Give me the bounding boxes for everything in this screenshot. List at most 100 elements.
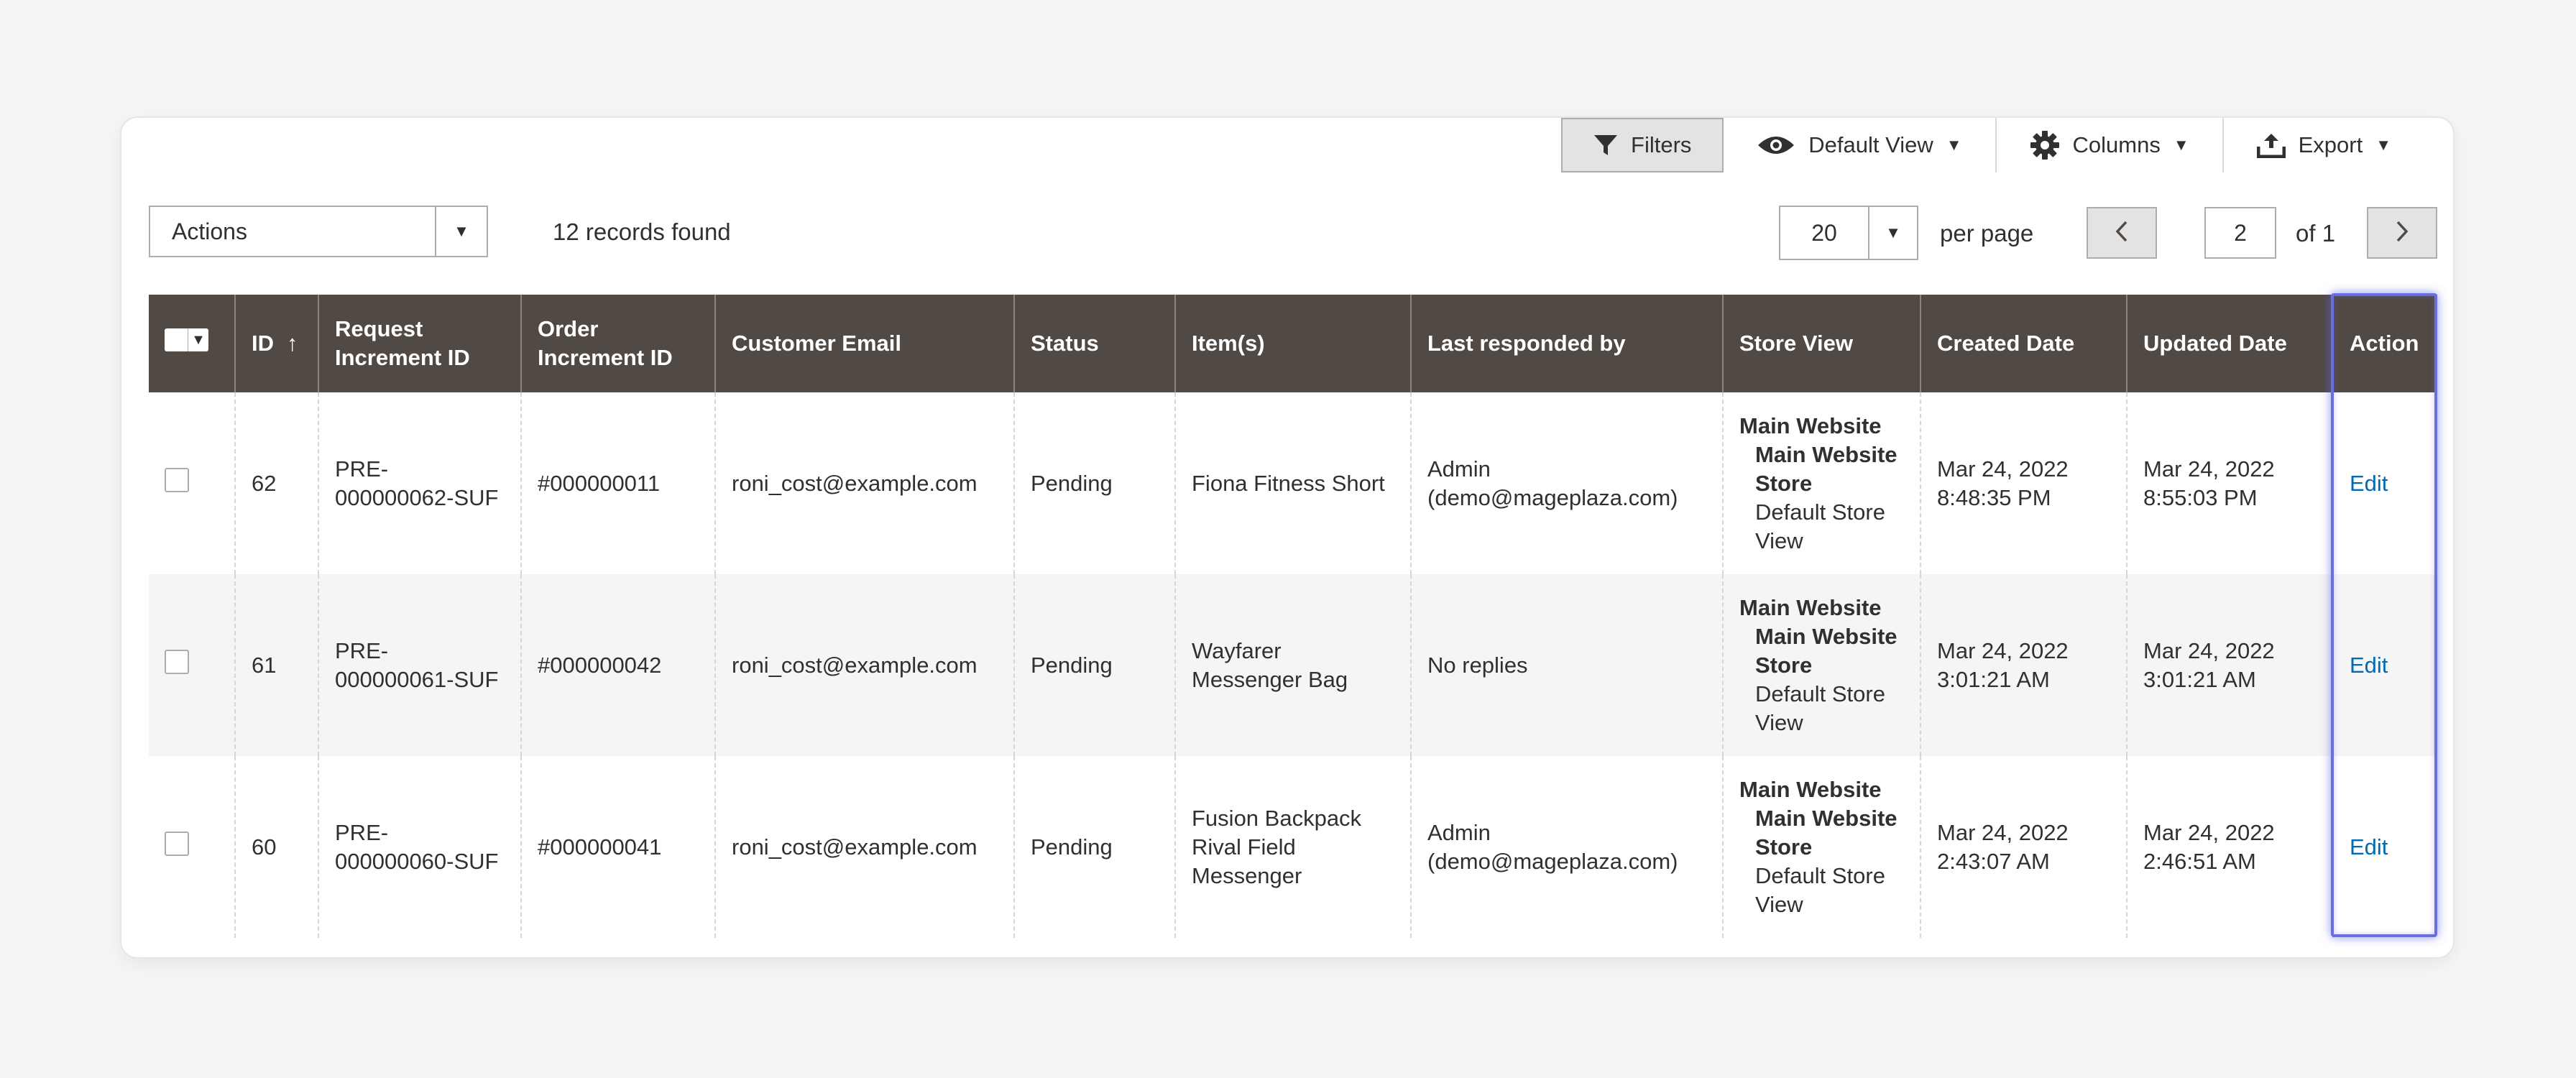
cell-status: Pending [1014, 756, 1176, 938]
column-id-label: ID [252, 331, 274, 356]
table-row: 60 PRE-000000060-SUF #000000041 roni_cos… [149, 756, 2437, 938]
cell-action: Edit [2333, 574, 2437, 756]
cell-last-responded: Admin (demo@mageplaza.com) [1411, 392, 1724, 574]
store-website: Main Website [1739, 776, 1882, 802]
caret-down-icon: ▼ [2375, 136, 2391, 154]
sort-ascending-icon: ↑ [287, 331, 298, 356]
cell-last-responded: No replies [1411, 574, 1724, 756]
row-select-cell [149, 574, 236, 756]
column-store-view[interactable]: Store View [1723, 295, 1921, 392]
row-checkbox[interactable] [165, 649, 189, 674]
column-status[interactable]: Status [1014, 295, 1176, 392]
cell-order-id: #000000042 [521, 574, 716, 756]
requests-grid: ▼ ID ↑ Request Increment ID Order Increme… [149, 295, 2437, 938]
chevron-right-icon [2395, 220, 2409, 247]
row-checkbox[interactable] [165, 831, 189, 856]
default-view-dropdown[interactable]: Default View ▼ [1724, 118, 1995, 172]
cell-status: Pending [1014, 392, 1176, 574]
filters-label: Filters [1631, 132, 1692, 157]
current-page-input[interactable] [2204, 207, 2276, 259]
cell-status: Pending [1014, 574, 1176, 756]
caret-down-icon: ▼ [435, 207, 487, 256]
edit-link[interactable]: Edit [2350, 834, 2388, 860]
row-select-cell [149, 756, 236, 938]
store-group: Main Website Store [1755, 441, 1898, 496]
columns-label: Columns [2072, 132, 2161, 157]
cell-order-id: #000000041 [521, 756, 716, 938]
column-mass-select: ▼ [149, 295, 236, 392]
records-found: 12 records found [553, 218, 731, 245]
mass-actions-select[interactable]: Actions ▼ [149, 206, 488, 257]
cell-items: Fiona Fitness Short [1175, 392, 1412, 574]
column-order-increment-id[interactable]: Order Increment ID [521, 295, 716, 392]
cell-id: 61 [235, 574, 319, 756]
cell-updated-date: Mar 24, 2022 2:46:51 AM [2127, 756, 2334, 938]
table-row: 61 PRE-000000061-SUF #000000042 roni_cos… [149, 574, 2437, 756]
grid-panel: Filters Default View ▼ Columns ▼ Export … [120, 116, 2455, 959]
grid-toolbar: Filters Default View ▼ Columns ▼ Export … [1561, 118, 2424, 172]
cell-id: 62 [235, 392, 319, 574]
export-upload-icon [2256, 132, 2286, 158]
table-row: 62 PRE-000000062-SUF #000000011 roni_cos… [149, 392, 2437, 574]
checkbox[interactable] [165, 328, 188, 351]
export-label: Export [2298, 132, 2363, 157]
edit-link[interactable]: Edit [2350, 471, 2388, 496]
mass-actions-value: Actions [172, 218, 247, 244]
cell-request-id: PRE-000000061-SUF [318, 574, 522, 756]
cell-request-id: PRE-000000062-SUF [318, 392, 522, 574]
cell-store-view: Main Website Main Website Store Default … [1723, 756, 1921, 938]
column-id[interactable]: ID ↑ [235, 295, 319, 392]
cell-items: Fusion Backpack Rival Field Messenger [1175, 756, 1412, 938]
caret-down-icon: ▼ [1946, 136, 1962, 154]
row-checkbox[interactable] [165, 467, 189, 492]
cell-request-id: PRE-000000060-SUF [318, 756, 522, 938]
cell-last-responded: Admin (demo@mageplaza.com) [1411, 756, 1724, 938]
cell-store-view: Main Website Main Website Store Default … [1723, 392, 1921, 574]
cell-id: 60 [235, 756, 319, 938]
gear-icon [2030, 130, 2060, 160]
next-page-button[interactable] [2367, 207, 2437, 259]
default-view-label: Default View [1808, 132, 1933, 157]
cell-created-date: Mar 24, 2022 3:01:21 AM [1920, 574, 2128, 756]
column-action: Action [2333, 295, 2437, 392]
column-items[interactable]: Item(s) [1175, 295, 1412, 392]
cell-email: roni_cost@example.com [715, 392, 1015, 574]
filters-button[interactable]: Filters [1561, 118, 1724, 172]
cell-created-date: Mar 24, 2022 8:48:35 PM [1920, 392, 2128, 574]
eye-icon [1757, 134, 1795, 157]
mass-select-checkbox[interactable]: ▼ [165, 328, 208, 351]
store-group: Main Website Store [1755, 623, 1898, 678]
total-pages-label: of 1 [2296, 220, 2336, 247]
store-view-name: Default Store View [1755, 499, 1885, 553]
store-view-name: Default Store View [1755, 681, 1885, 735]
store-website: Main Website [1739, 413, 1882, 438]
store-website: Main Website [1739, 594, 1882, 620]
cell-items: Wayfarer Messenger Bag [1175, 574, 1412, 756]
store-group: Main Website Store [1755, 805, 1898, 860]
columns-dropdown[interactable]: Columns ▼ [1997, 118, 2222, 172]
column-created-date[interactable]: Created Date [1920, 295, 2128, 392]
export-dropdown[interactable]: Export ▼ [2224, 118, 2424, 172]
per-page-select[interactable]: 20 ▼ [1779, 206, 1918, 260]
cell-updated-date: Mar 24, 2022 3:01:21 AM [2127, 574, 2334, 756]
caret-down-icon: ▼ [1868, 207, 1917, 259]
cell-updated-date: Mar 24, 2022 8:55:03 PM [2127, 392, 2334, 574]
caret-down-icon: ▼ [2173, 136, 2189, 154]
column-updated-date[interactable]: Updated Date [2127, 295, 2334, 392]
cell-action: Edit [2333, 392, 2437, 574]
caret-down-icon[interactable]: ▼ [188, 326, 208, 354]
per-page-value: 20 [1811, 219, 1837, 246]
cell-order-id: #000000011 [521, 392, 716, 574]
cell-created-date: Mar 24, 2022 2:43:07 AM [1920, 756, 2128, 938]
cell-store-view: Main Website Main Website Store Default … [1723, 574, 1921, 756]
per-page-label: per page [1940, 220, 2034, 247]
cell-action: Edit [2333, 756, 2437, 938]
chevron-left-icon [2115, 220, 2129, 247]
column-request-increment-id[interactable]: Request Increment ID [318, 295, 522, 392]
column-last-responded-by[interactable]: Last responded by [1411, 295, 1724, 392]
previous-page-button[interactable] [2087, 207, 2157, 259]
grid-header-row: ▼ ID ↑ Request Increment ID Order Increme… [149, 295, 2437, 392]
cell-email: roni_cost@example.com [715, 756, 1015, 938]
column-customer-email[interactable]: Customer Email [715, 295, 1015, 392]
edit-link[interactable]: Edit [2350, 653, 2388, 678]
